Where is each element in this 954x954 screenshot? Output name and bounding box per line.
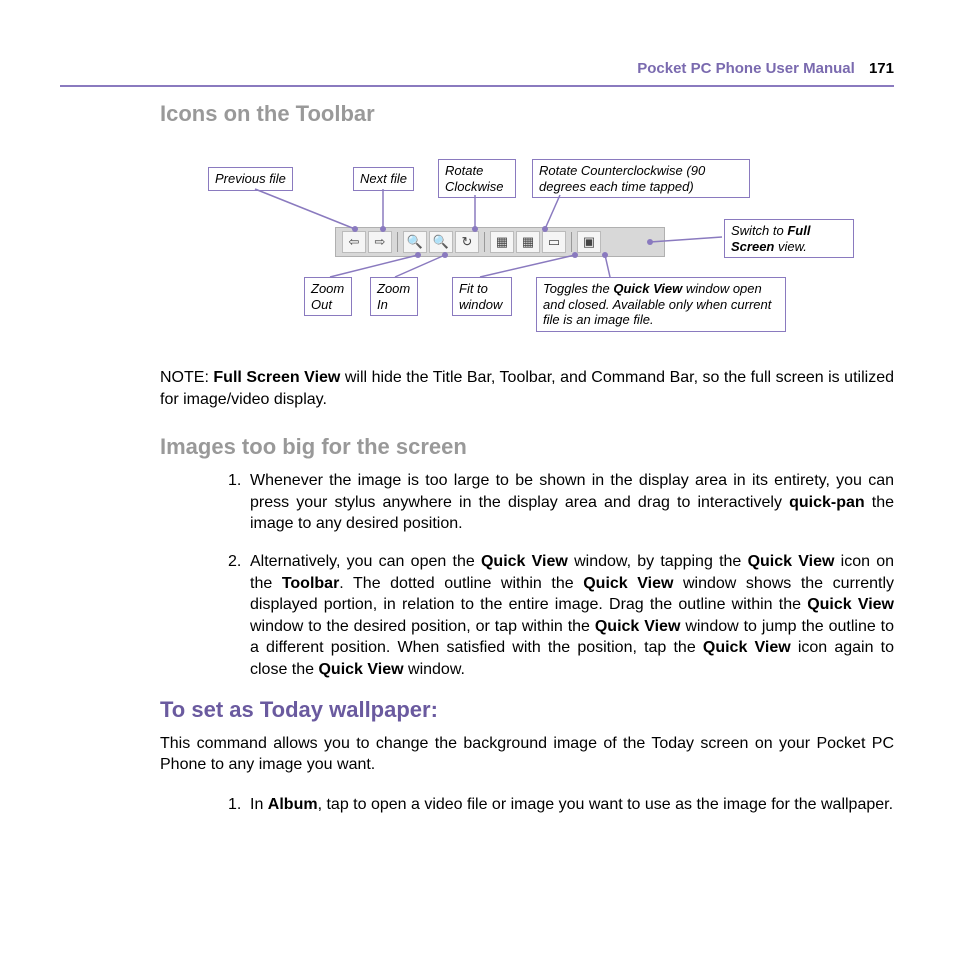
bold-album: Album	[268, 796, 318, 813]
callout-previous-file: Previous file	[208, 167, 293, 191]
zoom-in-icon[interactable]: 🔍	[429, 231, 453, 253]
separator-icon	[484, 232, 485, 252]
callout-fit-to-window: Fit to window	[452, 277, 512, 316]
page-number: 171	[869, 60, 894, 77]
toolbar-diagram: Previous file Next file Rotate Clockwise…	[160, 137, 900, 357]
zoom-out-icon[interactable]: 🔍	[403, 231, 427, 253]
separator-icon	[397, 232, 398, 252]
page-content: Icons on the Toolbar Previous file Next …	[60, 101, 894, 815]
full-screen-icon[interactable]: ▣	[577, 231, 601, 253]
callout-next-file: Next file	[353, 167, 414, 191]
bold-quick-view: Quick View	[748, 553, 835, 570]
toolbar: ⇦ ⇨ 🔍 🔍 ↻ ▦ ▦ ▭ ▣	[335, 227, 665, 257]
previous-file-icon[interactable]: ⇦	[342, 231, 366, 253]
bold-quick-view: Quick View	[318, 661, 403, 678]
manual-page: Pocket PC Phone User Manual 171 Icons on…	[0, 0, 954, 891]
rotate-counterclockwise-icon[interactable]: ▦	[490, 231, 514, 253]
callout-rotate-counterclockwise: Rotate Counterclockwise (90 degrees each…	[532, 159, 750, 198]
list-number: 1.	[228, 794, 241, 816]
callout-full-screen: Switch to Full Screen view.	[724, 219, 854, 258]
bold-toolbar: Toolbar	[282, 575, 339, 592]
callout-zoom-in: Zoom In	[370, 277, 418, 316]
bold-quick-view: Quick View	[703, 639, 791, 656]
list-item: 1. In Album, tap to open a video file or…	[228, 794, 894, 816]
rotate-clockwise-icon[interactable]: ↻	[455, 231, 479, 253]
callout-quick-view: Toggles the Quick View window open and c…	[536, 277, 786, 332]
callout-zoom-out: Zoom Out	[304, 277, 352, 316]
list-item: 2. Alternatively, you can open the Quick…	[228, 551, 894, 681]
separator-icon	[571, 232, 572, 252]
bold-quick-view: Quick View	[595, 618, 681, 635]
section-today-wallpaper: To set as Today wallpaper:	[160, 697, 894, 723]
page-header: Pocket PC Phone User Manual 171	[60, 60, 894, 87]
manual-title: Pocket PC Phone User Manual	[637, 60, 855, 77]
list-number: 1.	[228, 470, 241, 492]
fit-to-window-icon[interactable]: ▦	[516, 231, 540, 253]
section-images-too-big: Images too big for the screen	[160, 434, 894, 460]
list-number: 2.	[228, 551, 241, 573]
next-file-icon[interactable]: ⇨	[368, 231, 392, 253]
wallpaper-intro: This command allows you to change the ba…	[160, 733, 894, 776]
bold-quick-view: Quick View	[613, 281, 682, 296]
bold-quick-view: Quick View	[583, 575, 673, 592]
bold-quick-pan: quick-pan	[789, 494, 865, 511]
quick-view-icon[interactable]: ▭	[542, 231, 566, 253]
bold-quick-view: Quick View	[481, 553, 568, 570]
callout-rotate-clockwise: Rotate Clockwise	[438, 159, 516, 198]
note-full-screen: NOTE: Full Screen View will hide the Tit…	[160, 367, 894, 410]
list-item: 1. Whenever the image is too large to be…	[228, 470, 894, 535]
bold-quick-view: Quick View	[807, 596, 894, 613]
section-icons-toolbar: Icons on the Toolbar	[160, 101, 894, 127]
bold-full-screen-view: Full Screen View	[213, 369, 340, 386]
